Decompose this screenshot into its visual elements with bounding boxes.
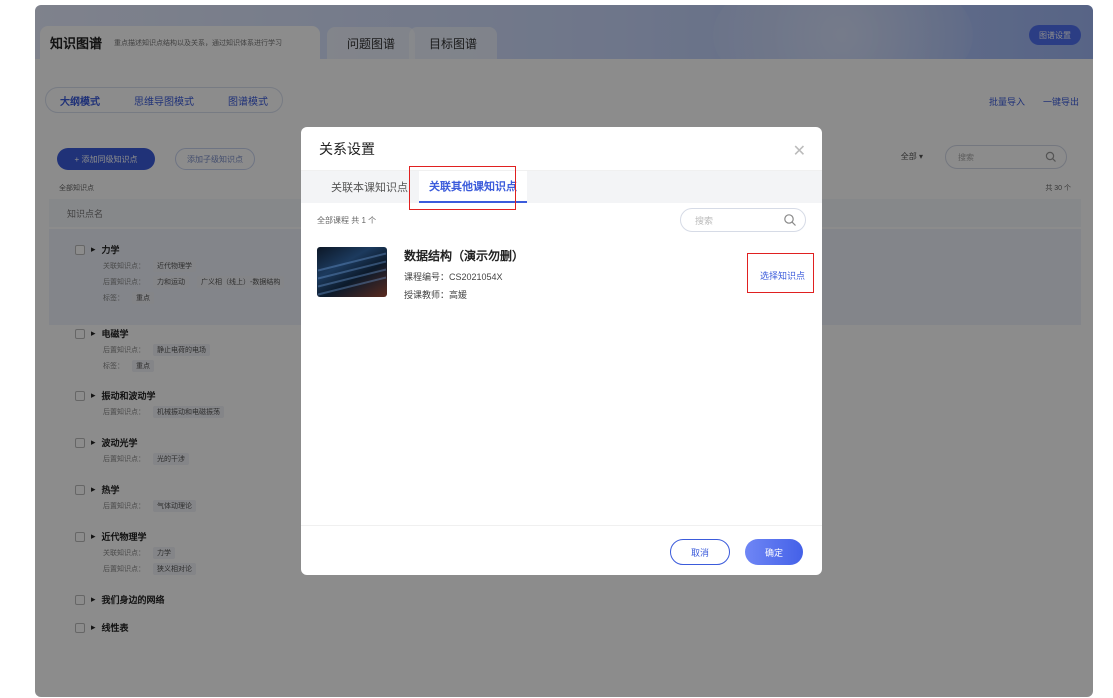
- dialog-header: 关系设置: [301, 127, 822, 171]
- course-search-input[interactable]: 搜索: [680, 208, 806, 232]
- annotation-highlight-link: [747, 253, 814, 293]
- confirm-button[interactable]: 确定: [745, 539, 803, 565]
- course-code: 课程编号：CS2021054X: [404, 272, 503, 282]
- dialog-title: 关系设置: [319, 140, 375, 157]
- course-name: 数据结构（演示勿删）: [404, 249, 525, 263]
- cancel-button[interactable]: 取消: [670, 539, 730, 565]
- relation-settings-dialog: 关系设置 ✕ 关联本课知识点 关联其他课知识点 全部课程 共 1 个 搜索 数据…: [301, 127, 822, 575]
- app-root: 知识图谱 重点描述知识点结构以及关系，通过知识体系进行学习 问题图谱 目标图谱 …: [0, 0, 1113, 698]
- course-thumbnail: [317, 247, 387, 297]
- course-teacher: 授课教师：高媛: [404, 290, 468, 300]
- dialog-tabs: 关联本课知识点 关联其他课知识点: [301, 171, 822, 203]
- close-icon[interactable]: ✕: [793, 141, 806, 161]
- course-count: 全部课程 共 1 个: [317, 216, 377, 225]
- course-search-placeholder: 搜索: [695, 215, 714, 226]
- search-icon: [784, 214, 796, 226]
- tab-current-course-points[interactable]: 关联本课知识点: [331, 171, 408, 203]
- annotation-highlight-tab: [409, 166, 516, 210]
- dialog-footer: 取消 确定: [301, 525, 822, 575]
